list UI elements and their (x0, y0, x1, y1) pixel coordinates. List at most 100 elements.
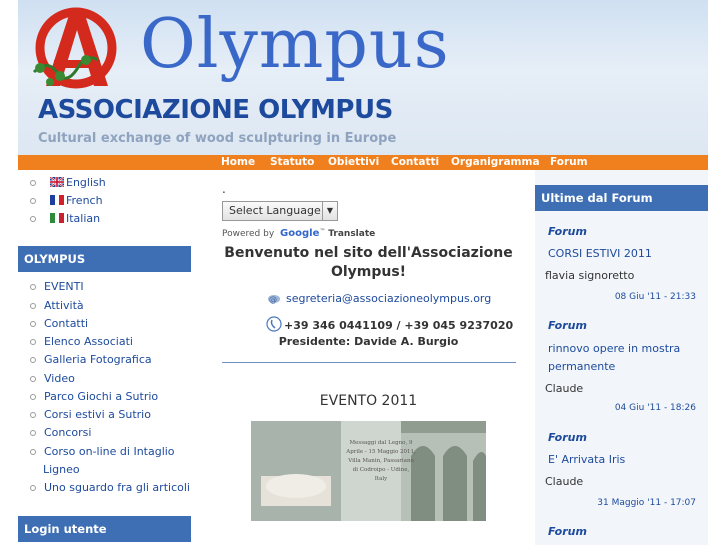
menu-item-label: Parco Giochi a Sutrio (44, 390, 159, 403)
phone-numbers: +39 346 0441109 / +39 045 9237020 (284, 319, 514, 332)
menu-item-label: Elenco Associati (44, 335, 133, 348)
right-sidebar: Ultime dal Forum Forum CORSI ESTIVI 2011… (535, 170, 708, 545)
site-header: Olympus ASSOCIAZIONE OLYMPUS Cultural ex… (18, 0, 708, 155)
forum-post-title[interactable]: rinnovo opere in mostra permanente (548, 340, 698, 376)
forum-post-category[interactable]: Forum (548, 525, 587, 538)
language-english[interactable]: English (30, 176, 106, 189)
bullet-icon (30, 303, 36, 309)
phone-row: +39 346 0441109 / +39 045 9237020 (266, 316, 513, 332)
forum-post-author: Claude (545, 475, 584, 488)
language-french[interactable]: French (30, 194, 103, 207)
menu-item-video[interactable]: Video (30, 370, 75, 388)
event-image[interactable]: Messaggi dal Legno, 9 Aprile - 15 Maggio… (251, 421, 486, 521)
menu-item-label: Corsi estivi a Sutrio (44, 408, 151, 421)
france-flag-icon (50, 195, 64, 205)
site-title[interactable]: ASSOCIAZIONE OLYMPUS (38, 95, 393, 125)
forum-post-author: flavia signoretto (545, 269, 635, 282)
welcome-heading: Benvenuto nel sito dell'Associazione Oly… (206, 244, 531, 282)
menu-item-label: Video (44, 372, 75, 385)
menu-item-eventi[interactable]: EVENTI (30, 278, 84, 296)
google-tm: ™ (319, 228, 326, 235)
google-logo[interactable]: Google (280, 228, 319, 239)
forum-post-category[interactable]: Forum (548, 431, 587, 444)
translate-dot: . (222, 182, 226, 196)
language-select[interactable]: Select Language ▼ (222, 201, 338, 221)
menu-item-label: EVENTI (44, 280, 84, 293)
email-link[interactable]: segreteria@associazioneolympus.org (286, 292, 491, 305)
language-select-value: Select Language (229, 204, 321, 217)
forum-post-date: 04 Giu '11 - 18:26 (614, 403, 696, 413)
welcome-line-2: Olympus! (330, 264, 407, 280)
main-nav: Home Statuto Obiettivi Contatti Organigr… (18, 155, 708, 170)
bullet-icon (30, 412, 36, 418)
google-translate-credit: Powered by Google™ Translate (222, 228, 375, 239)
forum-post-category[interactable]: Forum (548, 225, 587, 238)
welcome-line-1: Benvenuto nel sito dell'Associazione (224, 245, 513, 261)
menu-item-corsi-estivi[interactable]: Corsi estivi a Sutrio (30, 406, 151, 424)
menu-item-concorsi[interactable]: Concorsi (30, 424, 91, 442)
bullet-icon (30, 321, 36, 327)
chevron-down-icon[interactable]: ▼ (322, 202, 337, 220)
nav-contatti[interactable]: Contatti (391, 155, 439, 170)
menu-item-parco-giochi[interactable]: Parco Giochi a Sutrio (30, 388, 158, 406)
menu-item-label: Corso on-line di Intaglio (44, 445, 175, 458)
menu-item-label: Uno sguardo fra gli articoli (44, 481, 190, 494)
olympus-logo[interactable] (28, 2, 128, 92)
left-sidebar: English French Italian OLYMPUS EVENTI At… (18, 170, 191, 545)
divider (222, 362, 516, 363)
language-label: English (66, 176, 106, 189)
nav-forum[interactable]: Forum (550, 155, 588, 170)
svg-text:@: @ (269, 295, 277, 304)
menu-item-corso-online-cont[interactable]: Ligneo (43, 461, 80, 479)
bullet-icon (30, 485, 36, 491)
forum-post-title[interactable]: CORSI ESTIVI 2011 (548, 245, 698, 263)
forum-post-category[interactable]: Forum (548, 319, 587, 332)
event-image-caption: Messaggi dal Legno, 9 Aprile - 15 Maggio… (346, 440, 416, 482)
bullet-icon (30, 430, 36, 436)
language-italian[interactable]: Italian (30, 212, 100, 225)
email-row[interactable]: @ segreteria@associazioneolympus.org (266, 292, 491, 305)
menu-item-corso-online[interactable]: Corso on-line di Intaglio (30, 443, 175, 461)
phone-icon (266, 316, 282, 332)
forum-post-author: Claude (545, 382, 584, 395)
nav-statuto[interactable]: Statuto (270, 155, 314, 170)
bullet-icon (30, 339, 36, 345)
powered-by-label: Powered by (222, 229, 275, 239)
menu-item-label: Concorsi (44, 426, 92, 439)
language-label: French (66, 194, 103, 207)
forum-post-title[interactable]: E' Arrivata Iris (548, 451, 698, 469)
menu-item-attivita[interactable]: Attività (30, 297, 84, 315)
bullet-icon (30, 284, 36, 290)
menu-item-label: Attività (44, 299, 84, 312)
olympus-menu-title: OLYMPUS (18, 246, 191, 272)
bullet-icon (30, 216, 36, 222)
main-content: . Select Language ▼ Powered by Google™ T… (206, 170, 531, 545)
menu-item-label: Galleria Fotografica (44, 353, 152, 366)
menu-item-sguardo-articoli[interactable]: Uno sguardo fra gli articoli (30, 479, 190, 497)
forum-post-date: 08 Giu '11 - 21:33 (614, 292, 696, 302)
menu-item-galleria[interactable]: Galleria Fotografica (30, 351, 152, 369)
nav-home[interactable]: Home (221, 155, 255, 170)
bullet-icon (30, 180, 36, 186)
forum-box-title: Ultime dal Forum (535, 185, 708, 211)
menu-item-contatti[interactable]: Contatti (30, 315, 88, 333)
site-tagline: Cultural exchange of wood sculpturing in… (38, 131, 397, 146)
forum-post-date: 31 Maggio '11 - 17:07 (597, 498, 696, 508)
event-title: EVENTO 2011 (319, 393, 418, 409)
bullet-icon (30, 357, 36, 363)
uk-flag-icon (50, 177, 64, 187)
nav-organigramma[interactable]: Organigramma (451, 155, 540, 170)
president-line: Presidente: Davide A. Burgio (278, 335, 459, 348)
email-icon: @ (268, 295, 280, 304)
bullet-icon (30, 449, 36, 455)
login-box-title: Login utente (18, 516, 191, 542)
brand-wordmark: Olympus (140, 5, 450, 84)
menu-item-elenco-associati[interactable]: Elenco Associati (30, 333, 133, 351)
bullet-icon (30, 376, 36, 382)
bullet-icon (30, 198, 36, 204)
italy-flag-icon (50, 213, 64, 223)
menu-item-label: Contatti (44, 317, 89, 330)
bullet-icon (30, 394, 36, 400)
nav-obiettivi[interactable]: Obiettivi (328, 155, 379, 170)
language-label: Italian (66, 212, 101, 225)
